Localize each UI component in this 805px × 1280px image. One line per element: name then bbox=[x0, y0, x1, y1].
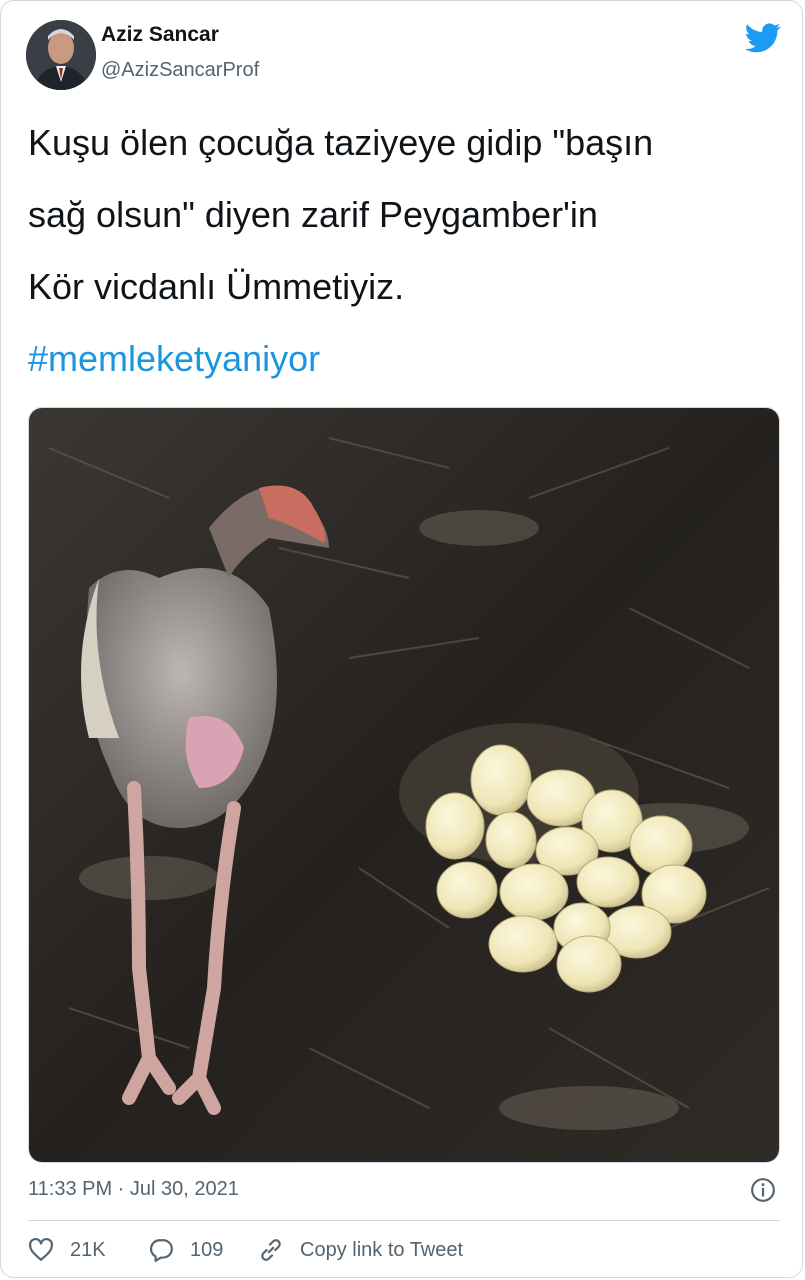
like-button[interactable]: 21K bbox=[28, 1233, 106, 1267]
reply-bubble-icon bbox=[149, 1239, 173, 1262]
reply-count: 109 bbox=[190, 1238, 224, 1261]
reply-button[interactable]: 109 bbox=[148, 1233, 223, 1267]
like-count: 21K bbox=[70, 1238, 106, 1261]
info-icon[interactable] bbox=[750, 1177, 776, 1203]
tweet-text-line: sağ olsun" diyen zarif Peygamber'in bbox=[28, 194, 598, 235]
tweet-text-line: Kör vicdanlı Ümmetiyiz. bbox=[28, 266, 405, 307]
tweet-photo[interactable] bbox=[28, 407, 780, 1163]
twitter-bird-icon[interactable] bbox=[745, 23, 781, 53]
tweet-timestamp[interactable]: 11:33 PM · Jul 30, 2021 bbox=[28, 1178, 239, 1201]
heart-icon bbox=[29, 1237, 53, 1261]
copy-link-button[interactable]: Copy link to Tweet bbox=[258, 1233, 463, 1267]
link-icon bbox=[261, 1239, 281, 1261]
copy-link-label: Copy link to Tweet bbox=[300, 1238, 464, 1261]
hashtag-link[interactable]: #memleketyaniyor bbox=[28, 323, 788, 395]
author-name[interactable]: Aziz Sancar bbox=[101, 23, 219, 47]
divider bbox=[28, 1220, 780, 1221]
burned-ground-bird-eggs-photo bbox=[29, 408, 779, 1162]
tweet-text-line: Kuşu ölen çocuğa taziyeye gidip "başın bbox=[28, 122, 654, 163]
tweet-text: Kuşu ölen çocuğa taziyeye gidip "başın s… bbox=[28, 107, 788, 395]
author-handle[interactable]: @AzizSancarProf bbox=[101, 59, 259, 82]
tweet-actions: 21K 109 Copy link to Tweet bbox=[28, 1233, 788, 1267]
avatar[interactable] bbox=[26, 20, 96, 90]
tweet-card: Aziz Sancar @AzizSancarProf Kuşu ölen ço… bbox=[0, 0, 803, 1278]
avatar-image bbox=[26, 20, 96, 90]
